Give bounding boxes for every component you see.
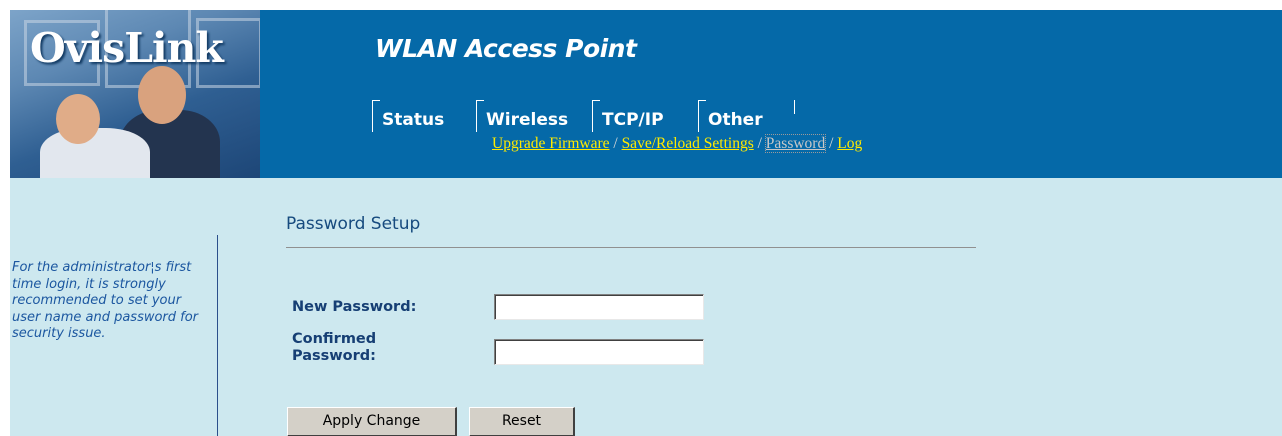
logo-photo-child-head bbox=[56, 94, 100, 144]
tab-wireless[interactable]: Wireless bbox=[476, 100, 568, 132]
subnav-separator: / bbox=[753, 135, 766, 152]
new-password-input[interactable] bbox=[494, 294, 704, 320]
content-area: For the administrator¦s first time login… bbox=[10, 178, 1282, 436]
tab-other[interactable]: Other bbox=[698, 100, 763, 132]
sidebar-divider bbox=[217, 235, 218, 436]
title-divider bbox=[286, 247, 976, 248]
logo-text: OvisLink bbox=[30, 24, 224, 72]
page-title: Password Setup bbox=[286, 214, 421, 234]
subnav-separator: / bbox=[825, 135, 838, 152]
app-frame: OvisLink WLAN Access Point Status Wirele… bbox=[10, 10, 1282, 436]
tab-end-divider bbox=[794, 100, 795, 114]
tab-tcp-ip[interactable]: TCP/IP bbox=[592, 100, 664, 132]
apply-change-button[interactable]: Apply Change bbox=[287, 407, 457, 436]
reset-button[interactable]: Reset bbox=[469, 407, 575, 436]
confirmed-password-input[interactable] bbox=[494, 339, 704, 365]
subnav-password[interactable]: Password bbox=[764, 134, 827, 153]
product-title: WLAN Access Point bbox=[375, 34, 637, 63]
logo-photo-child bbox=[40, 128, 150, 178]
sub-navigation: Upgrade Firmware / Save/Reload Settings … bbox=[492, 134, 862, 153]
tab-status[interactable]: Status bbox=[372, 100, 444, 132]
sidebar-help-text: For the administrator¦s first time login… bbox=[12, 260, 199, 341]
confirmed-password-label: Confirmed Password: bbox=[292, 331, 377, 364]
logo-photo-adult-head bbox=[138, 66, 186, 124]
subnav-save-reload-settings[interactable]: Save/Reload Settings bbox=[622, 135, 754, 152]
new-password-label: New Password: bbox=[292, 299, 417, 315]
brand-logo: OvisLink bbox=[10, 10, 260, 178]
subnav-log[interactable]: Log bbox=[837, 135, 862, 152]
subnav-separator: / bbox=[609, 135, 622, 152]
subnav-upgrade-firmware[interactable]: Upgrade Firmware bbox=[492, 135, 610, 152]
header: OvisLink WLAN Access Point Status Wirele… bbox=[10, 10, 1282, 178]
